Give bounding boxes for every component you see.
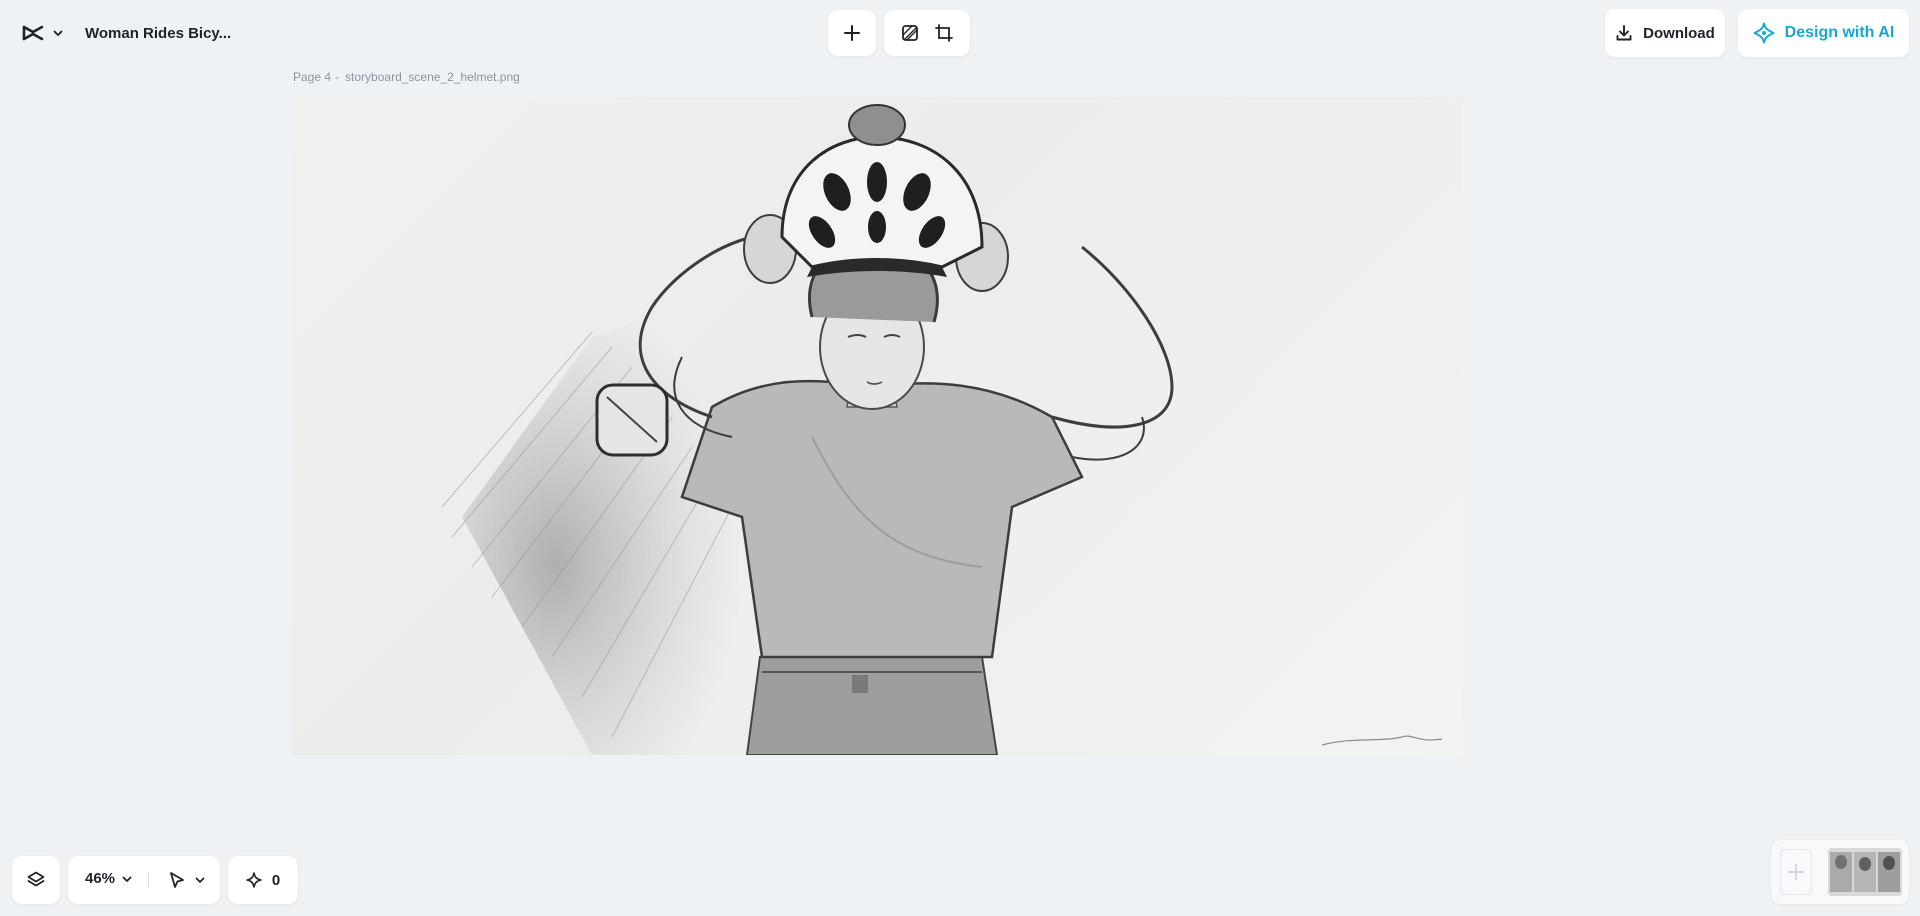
page-number: Page 4 [293, 70, 332, 84]
plus-icon [843, 24, 861, 42]
remove-background-button[interactable] [900, 23, 920, 43]
sparkle-icon [246, 872, 262, 888]
download-icon [1615, 24, 1633, 42]
ai-credits-button[interactable]: 0 [228, 856, 298, 904]
ai-sparkle-icon [1753, 22, 1775, 44]
add-page-button[interactable] [1780, 849, 1812, 895]
chevron-down-icon [52, 27, 64, 39]
pointer-tool-select[interactable] [168, 871, 206, 889]
resize-button[interactable] [934, 23, 954, 43]
resize-icon [934, 23, 954, 43]
plus-icon [1786, 862, 1806, 882]
layers-icon [26, 870, 46, 890]
chevron-down-icon [121, 873, 133, 885]
document-menu: Woman Rides Bicy... [6, 8, 232, 58]
divider [148, 872, 149, 888]
ai-credits-count: 0 [271, 871, 281, 889]
design-with-ai-button[interactable]: Design with AI [1738, 9, 1909, 57]
add-button[interactable] [828, 10, 876, 56]
storyboard-sketch-image [441, 104, 1443, 755]
app-menu-button[interactable] [18, 21, 68, 45]
design-with-ai-label: Design with AI [1784, 24, 1895, 41]
file-name: storyboard_scene_2_helmet.png [345, 70, 520, 84]
capcut-logo-icon [22, 24, 44, 42]
canvas-artboard[interactable] [292, 97, 1463, 755]
pointer-icon [168, 871, 186, 889]
layers-button[interactable] [12, 856, 60, 904]
chevron-down-icon [194, 874, 206, 886]
zoom-toolbar: 46% [68, 856, 220, 904]
zoom-select[interactable]: 46% [85, 870, 133, 887]
page-label-separator: - [335, 70, 340, 84]
zoom-value: 46% [85, 870, 116, 887]
image-tools-group [884, 10, 970, 56]
download-label: Download [1643, 24, 1715, 42]
remove-background-icon [900, 23, 920, 43]
page-thumbnail[interactable] [1828, 848, 1902, 896]
page-strip [1771, 840, 1909, 904]
document-title[interactable]: Woman Rides Bicy... [85, 25, 231, 42]
page-label: Page 4- storyboard_scene_2_helmet.png [293, 70, 520, 84]
download-button[interactable]: Download [1605, 9, 1725, 57]
